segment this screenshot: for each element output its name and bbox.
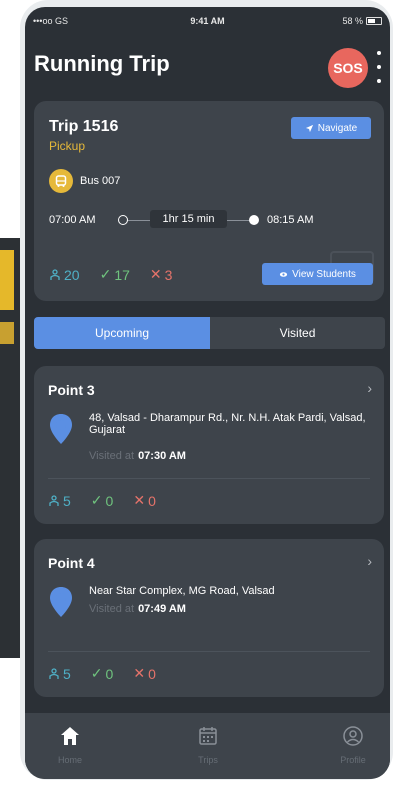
visited-time: 07:30 AM bbox=[138, 450, 186, 462]
timeline-start-marker bbox=[118, 215, 128, 225]
navigate-label: Navigate bbox=[317, 122, 358, 134]
stop-card[interactable]: Point 4 › Near Star Complex, MG Road, Va… bbox=[34, 539, 384, 697]
status-bar: •••oo GS 9:41 AM 58 % bbox=[25, 7, 390, 33]
timeline-end-marker bbox=[249, 215, 259, 225]
absent-count: 0 bbox=[148, 665, 156, 682]
present-count: 17 bbox=[114, 266, 130, 283]
stop-stats: 5 ✓ 0 ✕ 0 bbox=[48, 665, 176, 682]
trip-card: Trip 1516 Pickup Navigate Bus 007 07:00 … bbox=[34, 101, 384, 301]
stop-card[interactable]: Point 3 › 48, Valsad - Dharampur Rd., Nr… bbox=[34, 366, 384, 524]
present-count: 0 bbox=[105, 492, 114, 509]
nav-home-label: Home bbox=[57, 755, 82, 765]
stop-address: 48, Valsad - Dharampur Rd., Nr. N.H. Ata… bbox=[89, 412, 366, 436]
absent-stat: ✕ 0 bbox=[133, 492, 156, 509]
background-decoration bbox=[0, 322, 14, 344]
visited-time: 07:49 AM bbox=[138, 603, 186, 615]
scene: •••oo GS 9:41 AM 58 % Running Trip SOS T… bbox=[0, 0, 396, 785]
sos-button[interactable]: SOS bbox=[328, 48, 368, 88]
trip-stats: 20 ✓ 17 ✕ 3 bbox=[49, 266, 192, 283]
absent-count: 0 bbox=[148, 492, 156, 509]
calendar-icon bbox=[199, 727, 217, 745]
visited-label: Visited at bbox=[89, 603, 135, 615]
present-stat: ✓ 0 bbox=[91, 665, 114, 682]
students-stat: 5 bbox=[48, 493, 71, 509]
students-count: 20 bbox=[64, 266, 80, 283]
view-students-label: View Students bbox=[292, 268, 356, 280]
background-decoration bbox=[0, 250, 14, 310]
view-students-button[interactable]: View Students bbox=[262, 263, 373, 285]
check-icon: ✓ bbox=[90, 492, 103, 508]
cross-icon: ✕ bbox=[133, 665, 146, 681]
stop-address: Near Star Complex, MG Road, Valsad bbox=[89, 585, 275, 597]
bus-icon bbox=[49, 169, 73, 193]
tab-bar: Upcoming Visited bbox=[34, 317, 385, 349]
present-stat: ✓ 17 bbox=[100, 266, 130, 283]
chevron-right-icon[interactable]: › bbox=[367, 553, 372, 569]
nav-profile-label: Profile bbox=[340, 755, 366, 765]
students-count: 5 bbox=[63, 665, 71, 682]
students-icon bbox=[49, 494, 59, 506]
navigation-arrow-icon bbox=[305, 124, 313, 132]
stop-stats: 5 ✓ 0 ✕ 0 bbox=[48, 492, 176, 509]
navigate-button[interactable]: Navigate bbox=[291, 117, 371, 139]
eye-icon bbox=[280, 271, 288, 277]
students-count: 5 bbox=[63, 492, 71, 509]
profile-icon bbox=[343, 726, 363, 746]
nav-trips[interactable]: Trips bbox=[163, 725, 253, 765]
check-icon: ✓ bbox=[99, 266, 112, 282]
visited-info: Visited at 07:49 AM bbox=[89, 603, 186, 615]
battery-percent: 58 % bbox=[342, 16, 363, 26]
stop-title: Point 3 bbox=[48, 382, 95, 398]
check-icon: ✓ bbox=[90, 665, 103, 681]
nav-profile[interactable]: Profile bbox=[308, 725, 390, 765]
location-pin-icon bbox=[50, 414, 72, 444]
arrival-time: 08:15 AM bbox=[267, 214, 314, 226]
trip-title: Trip 1516 bbox=[49, 118, 119, 135]
present-count: 0 bbox=[105, 665, 114, 682]
absent-count: 3 bbox=[164, 266, 173, 283]
cross-icon: ✕ bbox=[133, 492, 146, 508]
tab-upcoming[interactable]: Upcoming bbox=[34, 317, 210, 349]
bus-label: Bus 007 bbox=[80, 175, 121, 187]
divider bbox=[48, 478, 370, 479]
visited-info: Visited at 07:30 AM bbox=[89, 450, 186, 462]
students-stat: 5 bbox=[48, 666, 71, 682]
chevron-right-icon[interactable]: › bbox=[367, 380, 372, 396]
nav-trips-label: Trips bbox=[198, 755, 218, 765]
students-icon bbox=[50, 268, 60, 280]
app-screen: •••oo GS 9:41 AM 58 % Running Trip SOS T… bbox=[25, 7, 390, 779]
absent-stat: ✕ 3 bbox=[150, 266, 173, 283]
present-stat: ✓ 0 bbox=[91, 492, 114, 509]
visited-label: Visited at bbox=[89, 450, 135, 462]
location-pin-icon bbox=[50, 587, 72, 617]
battery-indicator: 58 % bbox=[342, 16, 382, 26]
students-icon bbox=[49, 667, 59, 679]
page-title: Running Trip bbox=[34, 51, 170, 76]
stop-title: Point 4 bbox=[48, 555, 95, 571]
bottom-nav: Home Trips Profile bbox=[25, 713, 390, 779]
clock: 9:41 AM bbox=[190, 16, 225, 26]
departure-time: 07:00 AM bbox=[49, 214, 96, 226]
battery-icon bbox=[366, 17, 382, 25]
students-stat: 20 bbox=[49, 267, 80, 283]
tab-visited[interactable]: Visited bbox=[210, 317, 385, 349]
more-options-icon[interactable] bbox=[374, 51, 384, 83]
cross-icon: ✕ bbox=[149, 266, 162, 282]
nav-home[interactable]: Home bbox=[25, 725, 115, 765]
home-icon bbox=[61, 727, 79, 745]
trip-duration: 1hr 15 min bbox=[150, 210, 227, 228]
divider bbox=[48, 651, 370, 652]
absent-stat: ✕ 0 bbox=[133, 665, 156, 682]
trip-type: Pickup bbox=[49, 139, 86, 153]
